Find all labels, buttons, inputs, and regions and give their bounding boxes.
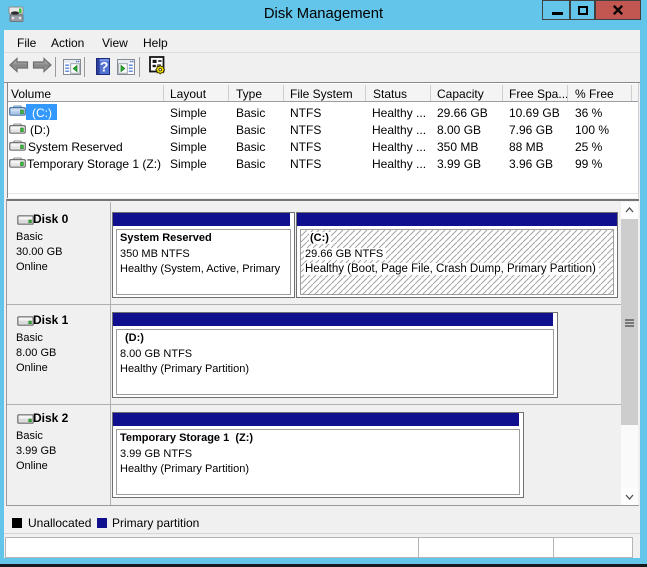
svg-text:?: ?: [100, 59, 109, 75]
